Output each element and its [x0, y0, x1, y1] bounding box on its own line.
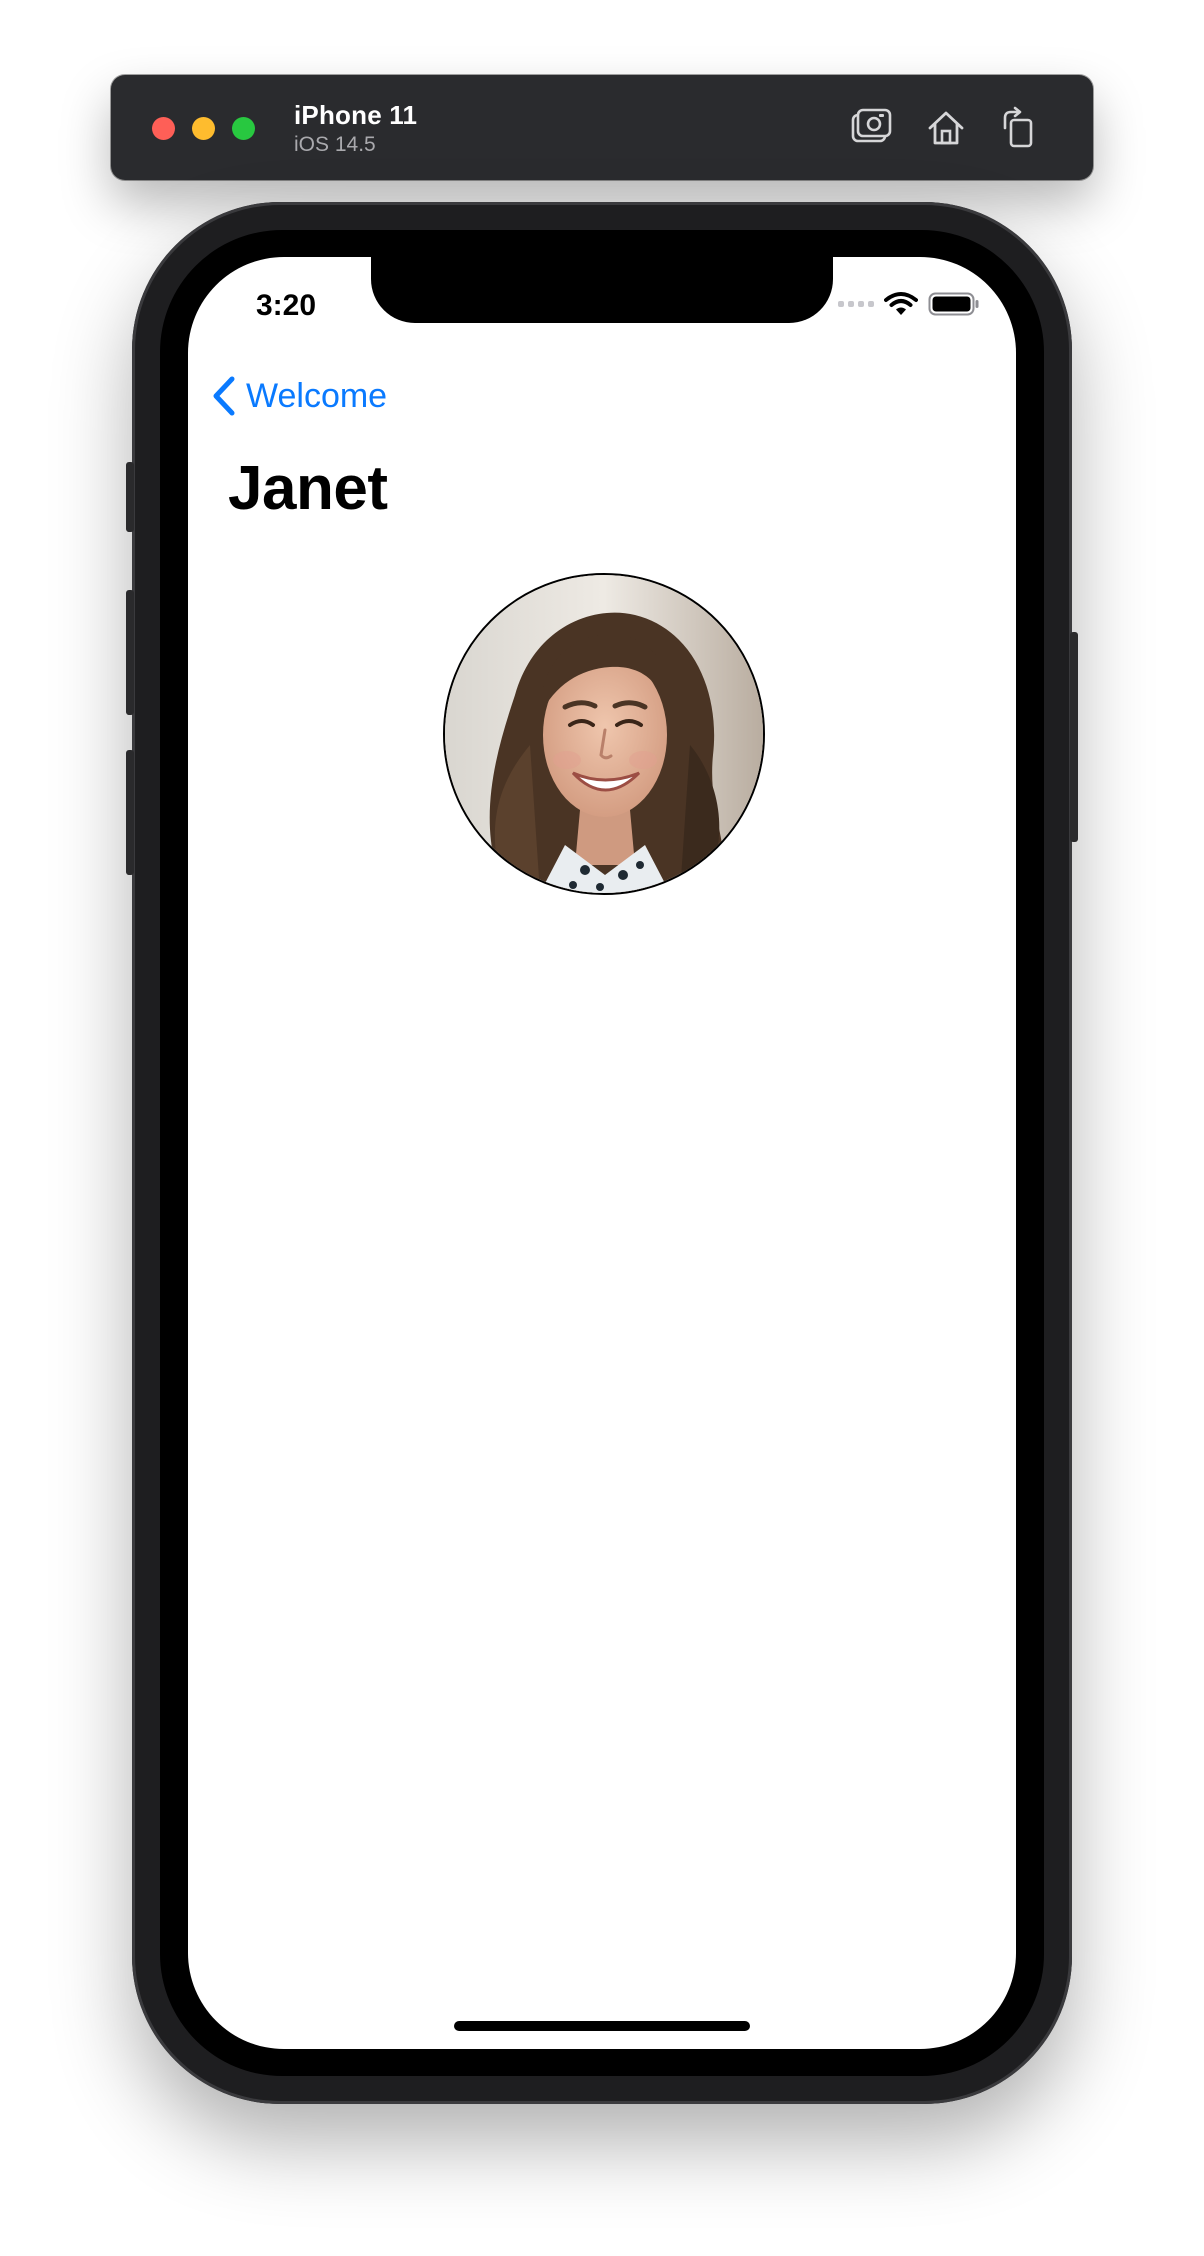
cellular-signal-icon — [838, 301, 874, 307]
volume-up-button — [126, 590, 134, 715]
mute-switch — [126, 462, 134, 532]
zoom-window-button[interactable] — [232, 117, 255, 140]
wifi-icon — [884, 292, 918, 315]
back-button[interactable]: Welcome — [210, 375, 387, 417]
power-button — [1070, 632, 1078, 842]
rotate-button[interactable] — [996, 105, 1042, 151]
os-version: iOS 14.5 — [294, 133, 376, 156]
profile-photo — [445, 575, 763, 893]
status-time: 3:20 — [256, 289, 317, 322]
home-icon — [928, 111, 964, 145]
status-icons — [838, 291, 980, 317]
avatar — [443, 573, 765, 895]
device-screen: 3:20 Welcome Janet — [188, 257, 1016, 2049]
close-window-button[interactable] — [152, 117, 175, 140]
notch — [371, 257, 833, 323]
home-indicator[interactable] — [454, 2021, 750, 2031]
page-title: Janet — [228, 454, 388, 523]
back-button-label: Welcome — [246, 376, 388, 415]
chevron-left-icon — [213, 376, 235, 416]
simulator-title-bar: iPhone 11 iOS 14.5 — [111, 75, 1093, 180]
minimize-window-button[interactable] — [192, 117, 215, 140]
screenshot-button[interactable] — [848, 105, 894, 151]
battery-icon — [928, 292, 979, 316]
volume-down-button — [126, 750, 134, 875]
home-button[interactable] — [923, 105, 969, 151]
simulator-window: iPhone 11 iOS 14.5 3:20 Welcome Janet — [0, 0, 1204, 2256]
screenshot-icon — [851, 108, 892, 143]
rotate-icon — [1003, 106, 1033, 148]
device-name: iPhone 11 — [294, 100, 418, 130]
